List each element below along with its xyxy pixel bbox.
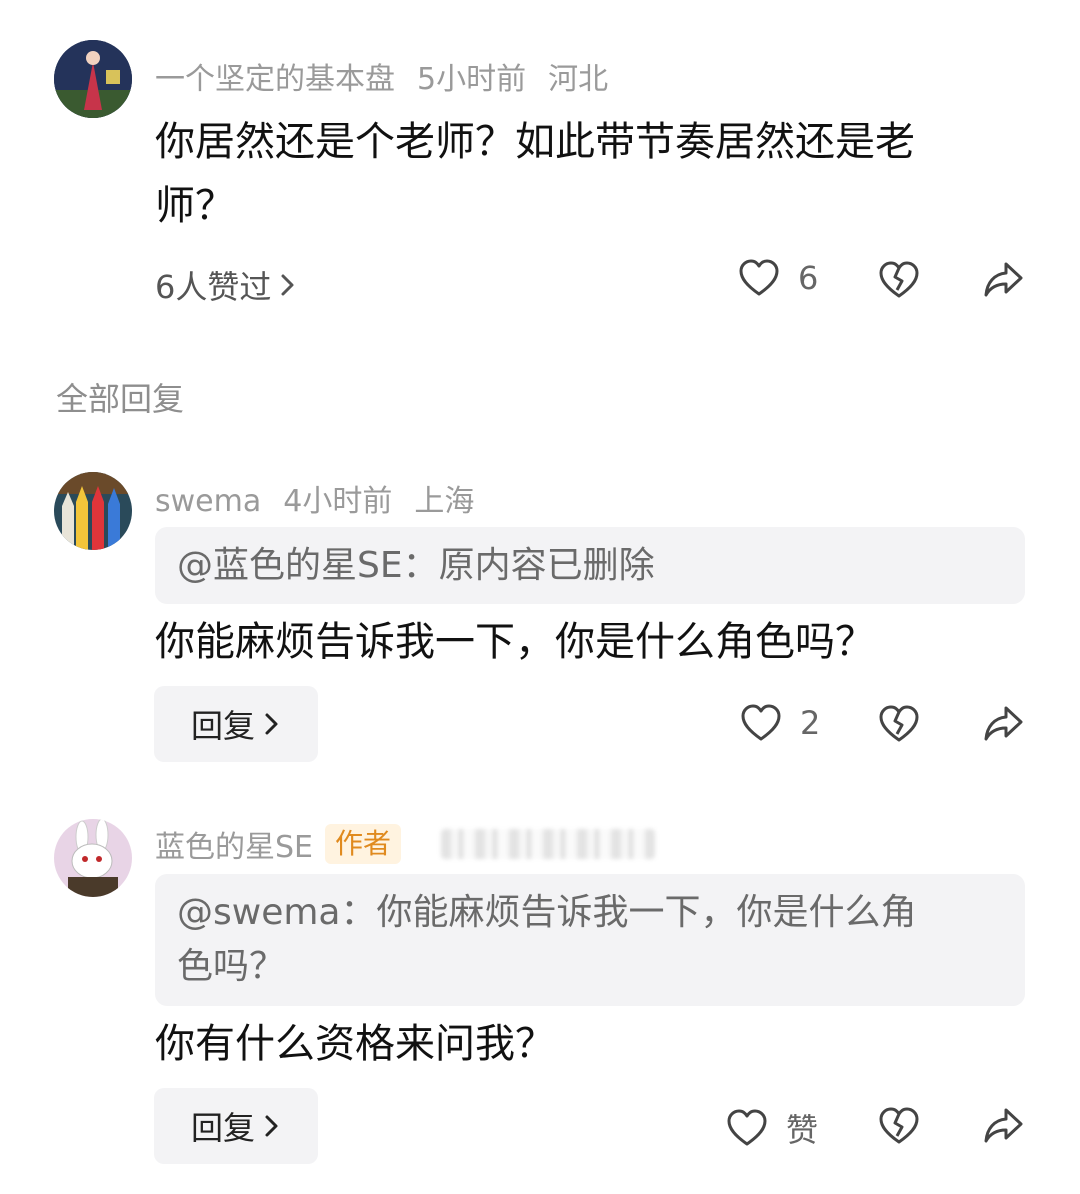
avatar[interactable] — [54, 819, 132, 897]
author-badge: 作者 — [325, 824, 402, 864]
redacted-info — [441, 829, 656, 859]
comment-text: 你居然还是个老师？如此带节奏居然还是老 师？ — [155, 110, 1035, 238]
share-icon — [984, 1108, 1023, 1143]
share-icon — [984, 706, 1023, 741]
timestamp: 4小时前 — [283, 484, 393, 519]
reply-text: 你能麻烦告诉我一下，你是什么角色吗？ — [155, 619, 875, 665]
comment-text-line: 师？ — [155, 183, 235, 229]
comment-meta: 一个坚定的基本盘 5小时前 河北 — [155, 54, 630, 98]
quote-text: @蓝色的星SE：原内容已删除 — [177, 545, 655, 586]
dislike-button[interactable] — [878, 1106, 920, 1150]
liked-by-link[interactable]: 6人赞过 — [155, 262, 297, 308]
timestamp: 5小时前 — [417, 62, 527, 97]
heart-icon — [727, 1109, 767, 1146]
quoted-reply: @蓝色的星SE：原内容已删除 — [155, 527, 1025, 604]
username[interactable]: swema — [155, 484, 261, 519]
section-label: 全部回复 — [56, 380, 185, 418]
quoted-reply: @swema：你能麻烦告诉我一下，你是什么角 色吗？ — [155, 874, 1025, 1006]
like-button[interactable]: 2 — [740, 703, 820, 743]
username[interactable]: 蓝色的星SE — [155, 822, 313, 866]
reply-button-label: 回复 — [190, 1109, 255, 1147]
comment-text-line: 你居然还是个老师？如此带节奏居然还是老 — [155, 119, 915, 165]
share-icon — [984, 262, 1023, 297]
username[interactable]: 一个坚定的基本盘 — [155, 62, 395, 97]
like-button[interactable]: 6 — [738, 258, 818, 298]
reply-meta: 蓝色的星SE 作者 — [155, 822, 677, 866]
location: 上海 — [414, 484, 475, 519]
dislike-button[interactable] — [878, 704, 920, 748]
quote-text-line: @swema：你能麻烦告诉我一下，你是什么角 — [177, 892, 917, 933]
like-count: 2 — [800, 704, 821, 742]
quote-text-line: 色吗？ — [177, 946, 286, 987]
liked-by-label: 6人赞过 — [155, 268, 272, 306]
chevron-right-icon — [265, 713, 278, 735]
dislike-heart-icon — [879, 1107, 919, 1144]
dislike-heart-icon — [879, 261, 919, 298]
reply-button[interactable]: 回复 — [154, 1088, 318, 1164]
share-button[interactable] — [982, 1106, 1024, 1150]
share-button[interactable] — [982, 260, 1024, 304]
reply-button[interactable]: 回复 — [154, 686, 318, 762]
heart-icon — [741, 704, 781, 741]
avatar[interactable] — [54, 472, 132, 550]
reply-button-label: 回复 — [190, 707, 255, 745]
location: 河北 — [548, 62, 609, 97]
share-button[interactable] — [982, 704, 1024, 748]
heart-icon — [739, 259, 779, 296]
chevron-right-icon — [265, 1115, 278, 1137]
chevron-right-icon — [281, 274, 294, 296]
dislike-button[interactable] — [878, 260, 920, 304]
reply-text: 你有什么资格来问我？ — [155, 1021, 555, 1067]
like-button[interactable]: 赞 — [726, 1105, 818, 1151]
reply-meta: swema 4小时前 上海 — [155, 476, 496, 520]
like-label: 赞 — [786, 1111, 819, 1149]
avatar[interactable] — [54, 40, 132, 118]
dislike-heart-icon — [879, 705, 919, 742]
like-count: 6 — [798, 259, 819, 297]
